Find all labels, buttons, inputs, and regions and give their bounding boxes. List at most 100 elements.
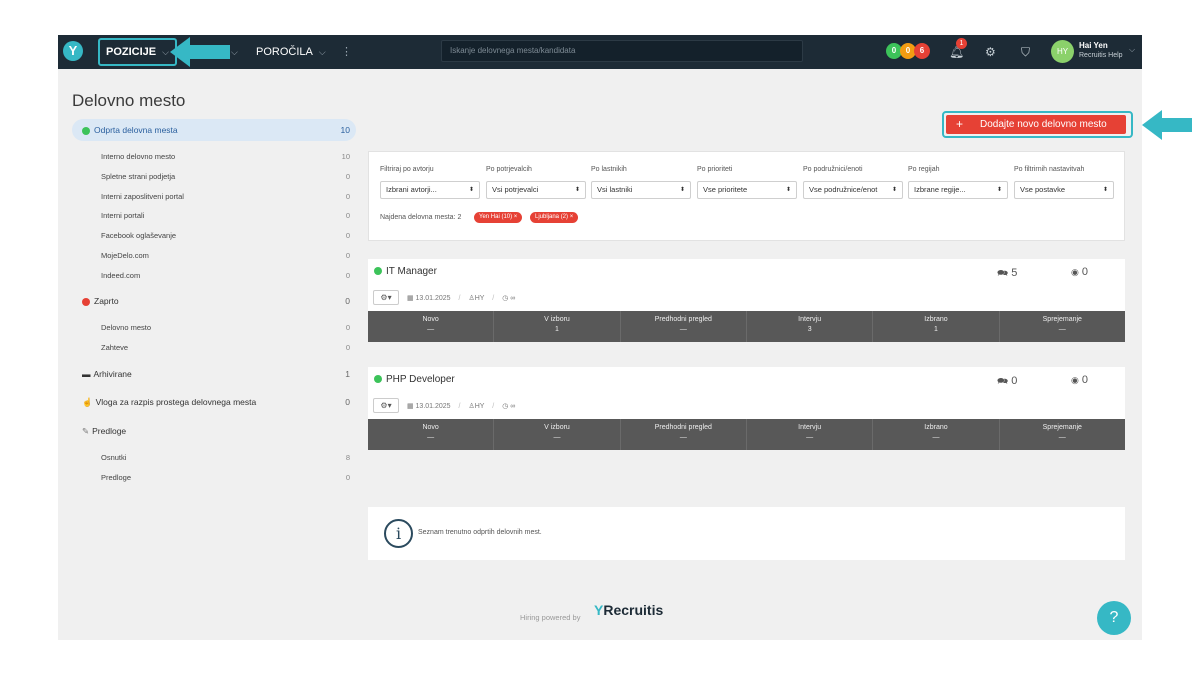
- filter-owners-select[interactable]: Vsi lastniki ⬍: [591, 181, 691, 199]
- chevron-down-icon: ⌵: [162, 47, 169, 57]
- stage-cell[interactable]: Izbrano —: [873, 419, 1000, 450]
- sidebar-subitem-label: Indeed.com: [101, 271, 141, 280]
- sidebar-item-label: Vloga za razpis prostega delovnega mesta: [95, 397, 257, 407]
- sidebar-subitem-label: Interno delovno mesto: [101, 152, 176, 161]
- sidebar-item-label: Odprta delovna mesta: [94, 125, 178, 135]
- green-dot-icon: [82, 126, 90, 135]
- sidebar-subitem-count: 0: [345, 231, 350, 240]
- more-menu-icon[interactable]: ⋮: [341, 35, 352, 69]
- filter-settings-select[interactable]: Vse postavke ⬍: [1014, 181, 1114, 199]
- sidebar-subitem-label: Delovno mesto: [101, 323, 152, 332]
- stage-value: —: [679, 434, 687, 441]
- sidebar-item-count: 1: [345, 369, 350, 379]
- comments-count: 0: [1011, 375, 1018, 387]
- pipeline-stages: Novo — V izboru — Predhodni pregled — Inter…: [368, 419, 1125, 450]
- nav-positions[interactable]: POZICIJE ⌵: [98, 38, 177, 66]
- user-org: Recruitis Help: [1079, 52, 1123, 59]
- green-dot-icon: [374, 267, 382, 276]
- stage-value: —: [1058, 434, 1066, 441]
- filter-priority-select[interactable]: Vse prioritete ⬍: [697, 181, 797, 199]
- filter-author-select[interactable]: Izbrani avtorji... ⬍: [380, 181, 480, 199]
- sidebar-subitem-count: 0: [345, 211, 350, 220]
- stage-name: Intervju: [798, 424, 822, 431]
- stage-value: —: [806, 434, 814, 441]
- sidebar-subitem-count: 0: [345, 271, 350, 280]
- edit-icon: ✎: [82, 426, 90, 436]
- stage-name: V izboru: [544, 424, 570, 431]
- sidebar-subitem-label: Facebook oglaševanje: [101, 231, 177, 240]
- stage-cell[interactable]: Intervju —: [747, 419, 874, 450]
- sidebar-subitem-label: Osnutki: [101, 453, 127, 462]
- stage-value: —: [679, 326, 687, 333]
- job-time: ∞: [510, 295, 516, 302]
- stage-cell[interactable]: Novo —: [368, 311, 495, 342]
- stage-value: —: [553, 434, 561, 441]
- gear-icon[interactable]: ⚙▾: [373, 398, 399, 413]
- filter-value: Izbrane regije...: [914, 185, 966, 194]
- stage-cell[interactable]: Sprejemanje —: [1000, 311, 1125, 342]
- red-dot-icon: [82, 297, 90, 306]
- stage-cell[interactable]: Izbrano 1: [873, 311, 1000, 342]
- stage-cell[interactable]: Predhodni pregled —: [621, 311, 747, 342]
- stage-name: Sprejemanje: [1042, 424, 1082, 431]
- stage-cell[interactable]: Intervju 3: [747, 311, 874, 342]
- filter-region-select[interactable]: Izbrane regije... ⬍: [908, 181, 1008, 199]
- shield-icon[interactable]: ⛉: [1021, 35, 1030, 69]
- avatar[interactable]: HY: [1051, 40, 1074, 63]
- nav-reports[interactable]: POROČILA ⌵: [256, 35, 326, 69]
- filter-approvers-select[interactable]: Vsi potrjevalci ⬍: [486, 181, 586, 199]
- stage-cell[interactable]: Sprejemanje —: [1000, 419, 1125, 450]
- comments-stat[interactable]: 🗪︎ 5: [997, 266, 1017, 282]
- stage-name: V izboru: [544, 316, 570, 323]
- clock-icon: ◷: [502, 295, 509, 302]
- stage-value: —: [932, 434, 940, 441]
- sidebar-subitem-count: 0: [345, 192, 350, 201]
- sidebar-subitem-count: 10: [341, 152, 350, 161]
- filter-label: Po lastnikih: [591, 166, 627, 173]
- views-count: 0: [1081, 374, 1089, 386]
- footer-powered-by: Hiring powered by: [520, 613, 581, 622]
- sidebar-subitem-count: 0: [345, 343, 350, 352]
- chevron-down-icon[interactable]: ⌵: [1129, 45, 1135, 55]
- info-box: i Seznam trenutno odprtih delovnih mest.: [368, 507, 1125, 560]
- search-input[interactable]: Iskanje delovnega mesta/kandidata: [441, 40, 803, 62]
- sidebar-subitem-count: 0: [345, 251, 350, 260]
- help-button[interactable]: ?: [1097, 601, 1131, 635]
- sidebar-subitem-count: 0: [345, 172, 350, 181]
- select-caret-icon: ⬍: [679, 187, 685, 193]
- stage-value: 1: [555, 326, 559, 333]
- archive-icon: ▬: [82, 369, 91, 379]
- select-caret-icon: ⬍: [468, 187, 474, 193]
- add-position-button[interactable]: + Dodajte novo delovno mesto: [946, 115, 1126, 134]
- calendar-icon: ▦: [406, 295, 414, 302]
- job-meta: ⚙▾ ▦ 13.01.2025 / ♙HY / ◷ ∞: [373, 398, 515, 413]
- views-stat[interactable]: ◉ 0: [1071, 374, 1088, 386]
- stage-value: 1: [934, 326, 938, 333]
- gear-icon[interactable]: ⚙▾: [373, 290, 399, 305]
- stage-cell[interactable]: V izboru 1: [494, 311, 621, 342]
- comments-icon: 🗪︎: [997, 376, 1009, 386]
- footer-brand-logo[interactable]: YRecruitis: [594, 602, 663, 618]
- stage-value: 3: [807, 326, 812, 333]
- select-caret-icon: ⬍: [996, 187, 1002, 193]
- stage-cell[interactable]: Novo —: [368, 419, 495, 450]
- job-title[interactable]: IT Manager: [374, 266, 437, 277]
- filter-value: Vsi lastniki: [597, 185, 633, 194]
- user-name[interactable]: Hai Yen: [1079, 41, 1108, 50]
- gear-icon[interactable]: ⚙: [985, 35, 996, 69]
- stage-name: Novo: [422, 316, 439, 323]
- comments-stat[interactable]: 🗪︎ 0: [997, 374, 1017, 390]
- status-badge-red[interactable]: 6: [914, 43, 930, 59]
- chevron-down-icon: ⌵: [231, 47, 238, 57]
- job-card: PHP Developer 🗪︎ 0 ◉ 0 ⚙▾ ▦ 13.01.2025 /…: [368, 367, 1125, 450]
- views-stat[interactable]: ◉ 0: [1071, 266, 1088, 278]
- job-title[interactable]: PHP Developer: [374, 374, 455, 385]
- filter-tag-region[interactable]: Ljubljana (2) ×: [530, 212, 579, 223]
- clock-icon: ◷: [502, 403, 509, 410]
- stage-cell[interactable]: V izboru —: [494, 419, 621, 450]
- recruitis-logo-icon[interactable]: Y: [63, 41, 83, 61]
- stage-cell[interactable]: Predhodni pregled —: [621, 419, 747, 450]
- filter-tag-author[interactable]: Yen Hai (10) ×: [474, 212, 523, 223]
- info-text: Seznam trenutno odprtih delovnih mest.: [418, 529, 542, 536]
- filter-branch-select[interactable]: Vse podružnice/enot ⬍: [803, 181, 903, 199]
